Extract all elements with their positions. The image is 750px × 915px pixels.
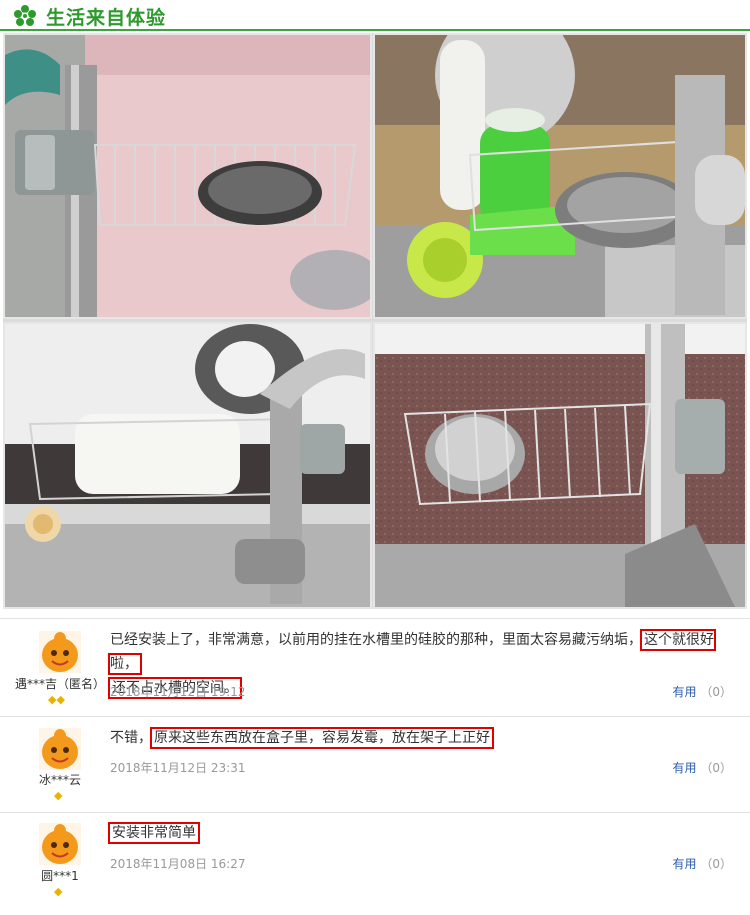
review-photo-1[interactable] — [3, 33, 372, 319]
useful-count: （0） — [700, 857, 732, 871]
review-date: 2018年11月12日 23:31 — [110, 761, 246, 775]
review-user-name[interactable]: 圆***1 — [0, 867, 120, 884]
review-item: 遇***吉（匿名） ◆◆ 已经安装上了，非常满意，以前用的挂在水槽里的硅胶的那种… — [0, 618, 750, 716]
review-item: 冰***云 ◆ 不错， 原来这些东西放在盒子里，容易发霉，放在架子上正好 2018… — [0, 716, 750, 812]
orange-mascot-avatar[interactable] — [39, 823, 81, 865]
review-date: 2018年11月08日 16:27 — [110, 857, 246, 871]
rank-diamond-icon: ◆◆ — [48, 693, 65, 706]
review-user-name[interactable]: 冰***云 — [0, 771, 120, 788]
rank-diamond-icon: ◆ — [54, 885, 63, 898]
useful-count: （0） — [700, 685, 732, 699]
review-highlight: 安装非常简单 — [108, 822, 200, 844]
review-text: 安装非常简单 — [108, 821, 740, 845]
review-photo-3[interactable] — [3, 322, 372, 609]
orange-mascot-avatar[interactable] — [39, 728, 81, 770]
useful-vote[interactable]: 有用 （0） — [673, 683, 732, 700]
review-highlight: 原来这些东西放在盒子里，容易发霉，放在架子上正好 — [150, 727, 494, 749]
useful-button[interactable]: 有用 — [673, 761, 697, 775]
useful-button[interactable]: 有用 — [673, 857, 697, 871]
review-text-part: 不错， — [110, 730, 152, 746]
review-text-part: 已经安装上了，非常满意，以前用的挂在水槽里的硅胶的那种，里面太容易藏污纳垢， — [110, 632, 642, 648]
useful-vote[interactable]: 有用 （0） — [673, 855, 732, 872]
review-text: 不错， 原来这些东西放在盒子里，容易发霉，放在架子上正好 — [110, 726, 740, 750]
review-item: 圆***1 ◆ 安装非常简单 2018年11月08日 16:27 有用 （0） — [0, 812, 750, 915]
useful-vote[interactable]: 有用 （0） — [673, 759, 732, 776]
review-photo-grid — [3, 33, 747, 609]
useful-count: （0） — [700, 761, 732, 775]
rank-diamond-icon: ◆ — [54, 789, 63, 802]
flower-icon — [14, 5, 36, 26]
review-photo-4[interactable] — [373, 322, 747, 609]
useful-button[interactable]: 有用 — [673, 685, 697, 699]
review-date: 2018年11月12日 19:12 — [110, 685, 246, 699]
review-user-name[interactable]: 遇***吉（匿名） — [0, 675, 120, 692]
section-title: 生活来自体验 — [46, 7, 167, 29]
section-header: 生活来自体验 — [0, 0, 750, 31]
orange-mascot-avatar[interactable] — [39, 631, 81, 673]
review-photo-2[interactable] — [373, 33, 747, 319]
